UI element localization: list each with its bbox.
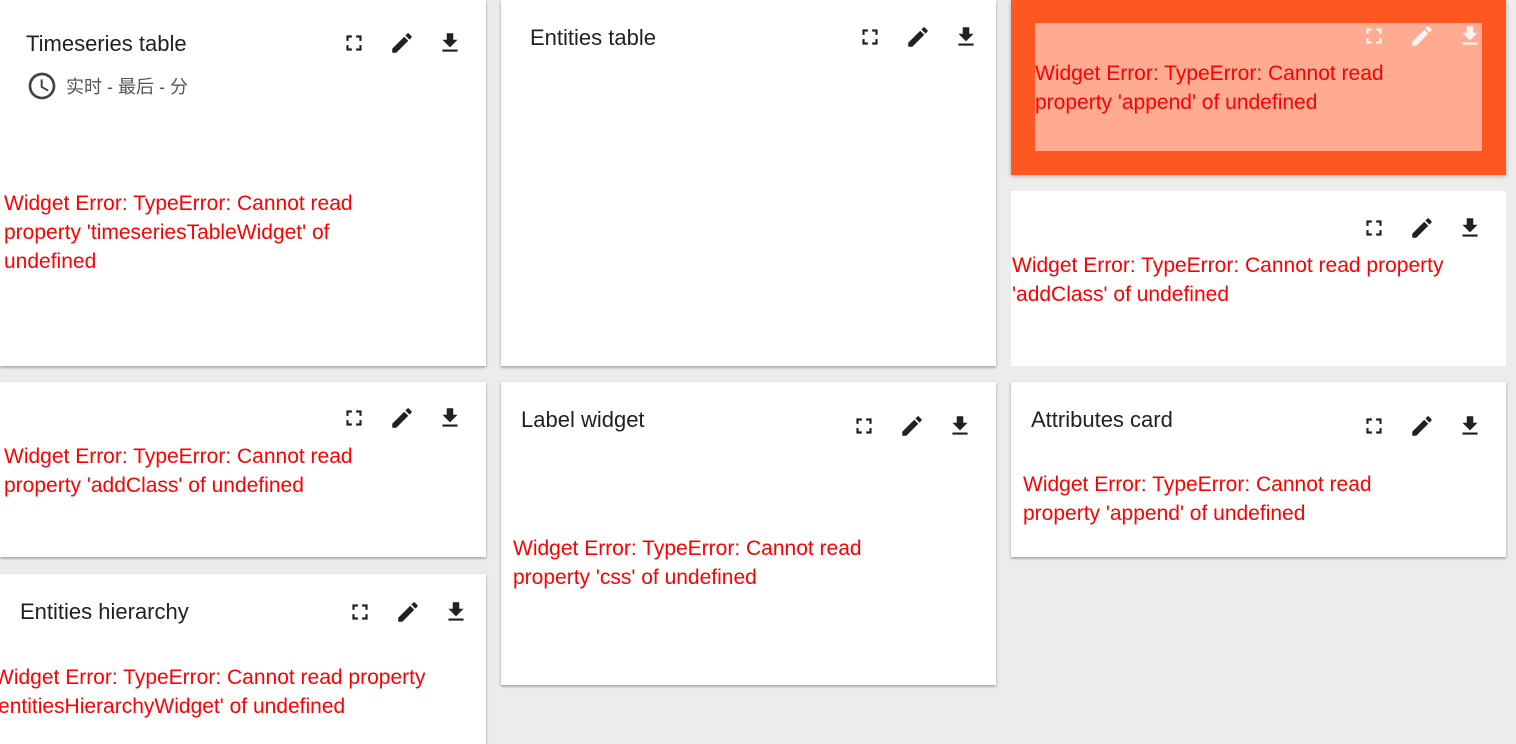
edit-icon: [392, 408, 412, 428]
widget-actions: [1350, 210, 1494, 246]
widget-error-message: Widget Error: TypeError: Cannot read pro…: [1012, 254, 1444, 306]
widget-actions: [330, 400, 474, 436]
widget-addclass-left: Widget Error: TypeError: Cannot read pro…: [0, 382, 486, 557]
widget-error-highlighted: Widget Error: TypeError: Cannot read pro…: [1011, 0, 1506, 175]
widget-entities-hierarchy: Entities hierarchy Widget Error: TypeErr…: [0, 574, 486, 744]
clock-icon: [28, 72, 56, 100]
widget-timeseries-table: Timeseries table 实时 - 最后 - 分 Widget Erro…: [0, 0, 486, 366]
fullscreen-button[interactable]: [846, 19, 894, 55]
fullscreen-button[interactable]: [840, 408, 888, 444]
widget-title: Label widget: [521, 407, 645, 432]
download-icon: [952, 416, 968, 435]
edit-button[interactable]: [1398, 408, 1446, 444]
widget-title: Attributes card: [1031, 407, 1173, 432]
download-icon: [448, 602, 464, 621]
edit-icon: [392, 33, 412, 53]
edit-button[interactable]: [1398, 210, 1446, 246]
edit-icon: [908, 27, 928, 47]
fullscreen-icon: [1366, 28, 1382, 44]
download-icon: [442, 408, 458, 427]
widget-actions: [1350, 18, 1494, 54]
widget-entities-table: Entities table: [501, 0, 996, 366]
widget-actions: [330, 25, 474, 61]
timewindow-label[interactable]: 实时 - 最后 - 分: [26, 70, 188, 102]
edit-button[interactable]: [378, 25, 426, 61]
widget-title: Entities table: [530, 25, 656, 50]
fullscreen-button[interactable]: [336, 594, 384, 630]
widget-title: Timeseries table: [26, 31, 187, 56]
edit-button[interactable]: [378, 400, 426, 436]
fullscreen-button[interactable]: [1350, 408, 1398, 444]
fullscreen-icon: [346, 35, 362, 51]
download-button[interactable]: [1446, 210, 1494, 246]
widget-error-message: Widget Error: TypeError: Cannot read pro…: [1035, 62, 1384, 114]
widget-actions: [840, 408, 984, 444]
fullscreen-icon: [1366, 418, 1382, 434]
edit-icon: [1412, 416, 1432, 436]
edit-button[interactable]: [384, 594, 432, 630]
widget-error-message: Widget Error: TypeError: Cannot read pro…: [0, 666, 426, 718]
widget-error-message: Widget Error: TypeError: Cannot read pro…: [1023, 473, 1372, 525]
fullscreen-icon: [1366, 220, 1382, 236]
edit-icon: [398, 602, 418, 622]
download-button[interactable]: [1446, 18, 1494, 54]
fullscreen-icon: [856, 418, 872, 434]
download-icon: [1462, 416, 1478, 435]
fullscreen-button[interactable]: [1350, 210, 1398, 246]
download-icon: [442, 33, 458, 52]
widget-actions: [846, 19, 990, 55]
download-button[interactable]: [1446, 408, 1494, 444]
download-button[interactable]: [426, 400, 474, 436]
widget-attributes-card: Attributes card Widget Error: TypeError:…: [1011, 382, 1506, 557]
fullscreen-button[interactable]: [1350, 18, 1398, 54]
widget-title: Entities hierarchy: [20, 599, 189, 624]
fullscreen-icon: [346, 410, 362, 426]
timewindow-text: 实时 - 最后 - 分: [66, 77, 188, 97]
widget-actions: [336, 594, 480, 630]
edit-icon: [902, 416, 922, 436]
widget-error-message: Widget Error: TypeError: Cannot read pro…: [4, 445, 353, 497]
download-button[interactable]: [426, 25, 474, 61]
fullscreen-button[interactable]: [330, 400, 378, 436]
edit-icon: [1412, 26, 1432, 46]
widget-label: Label widget Widget Error: TypeError: Ca…: [501, 382, 996, 685]
download-icon: [1462, 218, 1478, 237]
download-icon: [958, 27, 974, 46]
edit-button[interactable]: [1398, 18, 1446, 54]
download-button[interactable]: [936, 408, 984, 444]
edit-icon: [1412, 218, 1432, 238]
widget-error-message: Widget Error: TypeError: Cannot read pro…: [4, 192, 353, 273]
fullscreen-button[interactable]: [330, 25, 378, 61]
edit-button[interactable]: [888, 408, 936, 444]
edit-button[interactable]: [894, 19, 942, 55]
widget-actions: [1350, 408, 1494, 444]
download-icon: [1462, 26, 1478, 45]
fullscreen-icon: [352, 604, 368, 620]
download-button[interactable]: [432, 594, 480, 630]
download-button[interactable]: [942, 19, 990, 55]
fullscreen-icon: [862, 29, 878, 45]
widget-addclass-right: Widget Error: TypeError: Cannot read pro…: [1011, 191, 1506, 366]
widget-error-message: Widget Error: TypeError: Cannot read pro…: [513, 537, 862, 589]
